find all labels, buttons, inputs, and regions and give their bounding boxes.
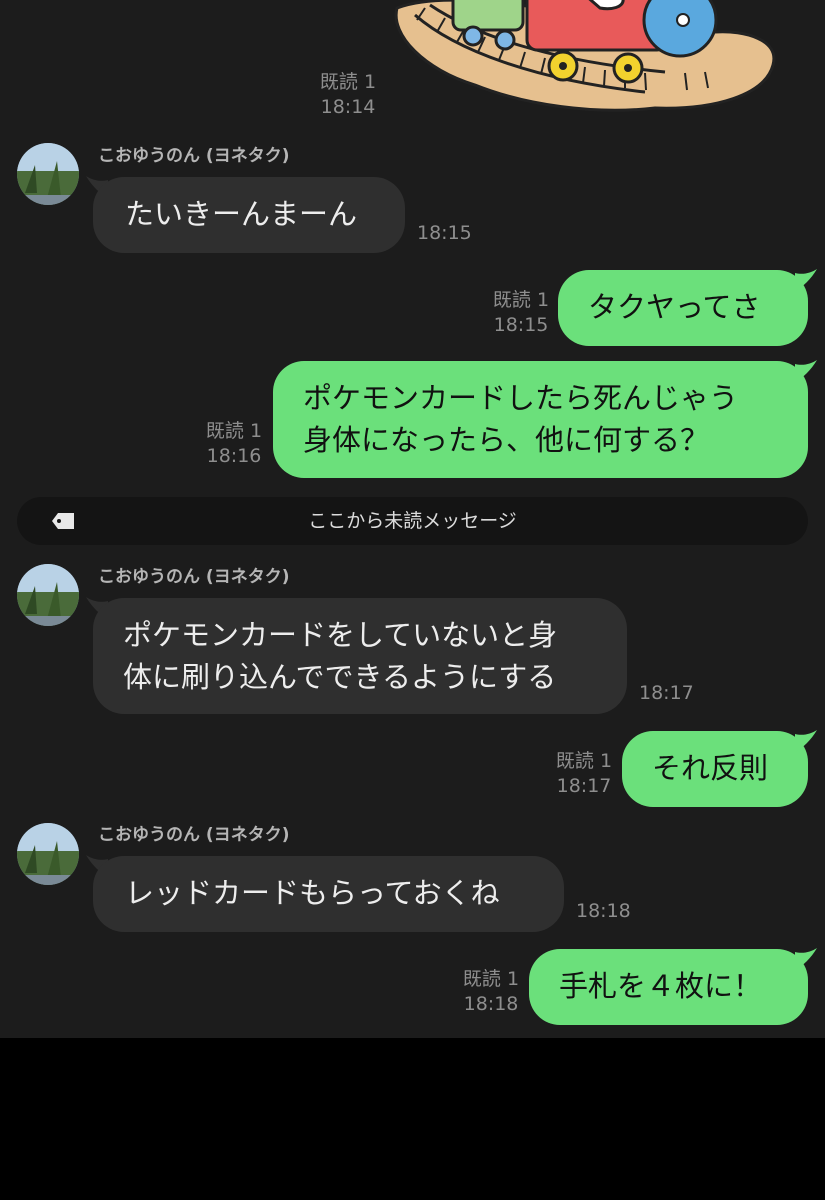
avatar[interactable] (17, 564, 79, 626)
outgoing-message-bubble[interactable]: 手札を４枚に！ (529, 949, 808, 1025)
message-text-line: ポケモンカードをしていないと身 (123, 618, 558, 652)
message-text-line: 体に刷り込んでできるようにする (123, 660, 557, 694)
read-receipt: 既読 1 18:18 (455, 967, 527, 1017)
read-label: 既読 1 (492, 289, 550, 311)
message-text-line: ポケモンカードしたら死んじゃう (303, 381, 739, 415)
message-text: たいきーんまーん (125, 197, 358, 231)
unread-divider: ここから未読メッセージ (17, 497, 808, 545)
outgoing-message-bubble[interactable]: タクヤってさ (558, 270, 808, 346)
read-receipt: 既読 1 18:16 (198, 419, 270, 469)
incoming-message-bubble[interactable]: たいきーんまーん (93, 177, 405, 253)
read-label: 既読 1 (462, 968, 520, 990)
message-time: 18:15 (493, 314, 549, 336)
avatar-photo (17, 564, 79, 626)
message-text: 手札を４枚に！ (559, 969, 763, 1003)
message-text: それ反則 (652, 751, 769, 785)
read-label: 既読 1 (319, 71, 377, 93)
message-time: 18:17 (556, 775, 612, 797)
message-time: 18:14 (320, 96, 376, 118)
message-time: 18:18 (463, 993, 519, 1015)
sender-name: こおゆうのん (ヨネタク) (98, 825, 290, 845)
sender-name: こおゆうのん (ヨネタク) (98, 146, 290, 166)
avatar[interactable] (17, 143, 79, 205)
read-label: 既読 1 (555, 750, 613, 772)
avatar-photo (17, 823, 79, 885)
outgoing-message-bubble[interactable]: ポケモンカードしたら死んじゃう 身体になったら、他に何する？ (273, 361, 808, 478)
avatar-photo (17, 143, 79, 205)
bubble-tail (795, 269, 817, 291)
bubble-tail (795, 730, 817, 752)
sender-name: こおゆうのん (ヨネタク) (98, 567, 290, 587)
bubble-tail (795, 360, 817, 382)
message-time: 18:18 (576, 900, 631, 922)
chat-view[interactable]: 既読 1 18:14 こおゆうのん (ヨネタク) たいきーんまーん 18:15 … (0, 0, 825, 1038)
message-time: 18:17 (639, 682, 694, 704)
read-receipt: 既読 1 18:14 (312, 70, 384, 120)
read-label: 既読 1 (205, 420, 263, 442)
message-time: 18:16 (206, 445, 262, 467)
avatar[interactable] (17, 823, 79, 885)
message-text: レッドカードもらっておくね (125, 876, 500, 910)
outgoing-message-bubble[interactable]: それ反則 (622, 731, 808, 807)
read-receipt: 既読 1 18:15 (485, 288, 557, 338)
bubble-tail (795, 948, 817, 970)
unread-divider-label: ここから未読メッセージ (308, 510, 517, 532)
incoming-message-bubble[interactable]: ポケモンカードをしていないと身 体に刷り込んでできるようにする (93, 598, 627, 714)
message-time: 18:15 (417, 222, 472, 244)
message-text-line: 身体になったら、他に何する？ (303, 423, 710, 457)
read-receipt: 既読 1 18:17 (548, 749, 620, 799)
incoming-message-bubble[interactable]: レッドカードもらっておくね (93, 856, 564, 932)
message-text: タクヤってさ (588, 290, 761, 324)
train-sticker[interactable] (385, 0, 785, 120)
